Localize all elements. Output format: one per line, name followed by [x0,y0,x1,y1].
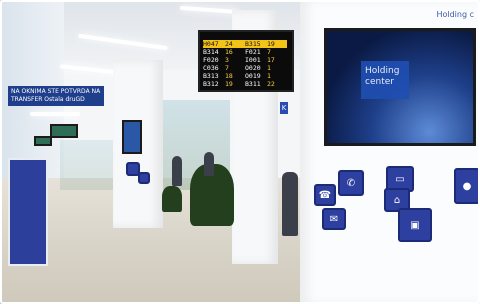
decor-cube: ✆ [338,170,364,196]
wall-logo: Holding c [436,10,474,19]
pillar-sign: K [280,102,288,114]
decor-cube: ● [454,168,480,204]
person [172,156,182,186]
person [282,172,298,236]
banner-text: NA OKNIMA STE POTVRDA NA TRANSFER Ostala… [11,88,101,103]
info-screen [50,124,78,138]
queue-row: B312 19 B311 22 [203,80,275,88]
decor-cube [138,172,150,184]
queue-row: F020 3 I001 17 [203,56,275,64]
queue-row: B313 18 O019 1 [203,72,271,80]
bank-hall-photo: NA OKNIMA STE POTVRDA NA TRANSFER Ostala… [0,0,480,304]
queue-display-board: H047 24 B315 19 B314 16 F021 7 F020 3 I0… [198,30,294,92]
queue-row: C036 7 O020 1 [203,64,271,72]
plants [162,186,182,212]
queue-row: B314 16 F021 7 [203,48,271,56]
ceiling-light [30,112,80,116]
queue-row: H047 24 B315 19 [203,40,289,48]
tv-holding-center-box: Holding center [361,61,409,99]
glass-partition [60,140,116,190]
decor-cube: ▣ [398,208,432,242]
info-screen [34,136,52,146]
ticket-kiosk [8,158,48,266]
person [204,152,214,176]
decor-cube: ☎ [314,184,336,206]
decor-cube: ✉ [322,208,346,230]
info-screen [122,120,142,154]
wall-tv: Holding center [324,28,476,146]
overhead-banner: NA OKNIMA STE POTVRDA NA TRANSFER Ostala… [8,86,104,106]
